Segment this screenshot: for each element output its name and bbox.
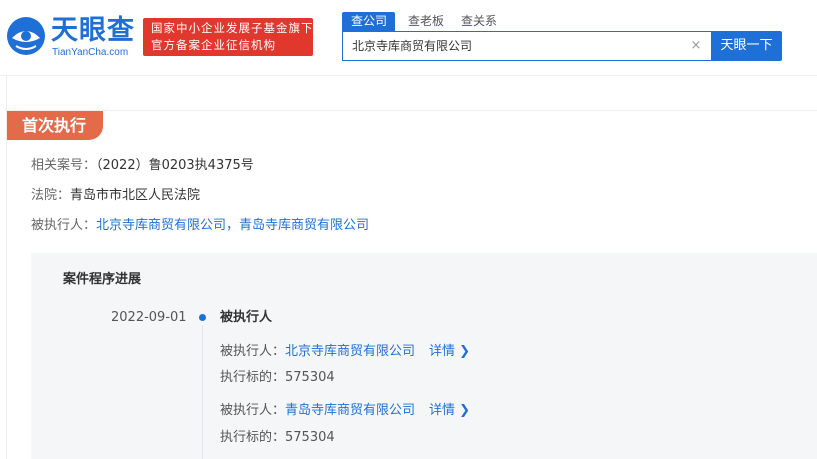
timeline-party-row: 被执行人：青岛寺库商贸有限公司 详情 ❯ bbox=[220, 402, 470, 420]
case-number-value: （2022）鲁0203执4375号 bbox=[96, 158, 254, 173]
timeline-amount-row: 执行标的：575304 bbox=[220, 429, 335, 447]
timeline-party-row: 被执行人：北京寺库商贸有限公司 详情 ❯ bbox=[220, 343, 470, 361]
party-company-link[interactable]: 北京寺库商贸有限公司 bbox=[285, 344, 415, 359]
logo-text: 天眼查 bbox=[51, 15, 135, 46]
party-company-link[interactable]: 青岛寺库商贸有限公司 bbox=[285, 403, 415, 418]
search-button[interactable]: 天眼一下 bbox=[711, 31, 782, 61]
search-input[interactable] bbox=[352, 32, 682, 60]
badge-line-1: 国家中小企业发展子基金旗下 bbox=[151, 21, 314, 35]
tab-search-relation[interactable]: 查关系 bbox=[461, 12, 497, 31]
timeline-heading: 被执行人 bbox=[220, 310, 273, 325]
logo-eye-icon bbox=[7, 17, 45, 55]
search-box: × bbox=[342, 31, 712, 61]
case-number-label: 相关案号： bbox=[31, 158, 97, 173]
official-badge: 国家中小企业发展子基金旗下 官方备案企业征信机构 bbox=[143, 18, 313, 56]
timeline-dot-icon bbox=[199, 314, 206, 321]
amount-label: 执行标的： bbox=[220, 430, 286, 445]
clear-icon[interactable]: × bbox=[689, 39, 703, 53]
executed-party-links[interactable]: 北京寺库商贸有限公司，青岛寺库商贸有限公司 bbox=[96, 218, 369, 233]
timeline-date: 2022-09-01 bbox=[111, 310, 187, 325]
timeline-line bbox=[202, 325, 203, 459]
tianyancha-logo[interactable]: 天眼查 TianYanCha.com bbox=[6, 14, 136, 60]
court-value: 青岛市市北区人民法院 bbox=[70, 188, 201, 203]
court-label: 法院： bbox=[31, 188, 71, 203]
amount-label: 执行标的： bbox=[220, 370, 286, 385]
party-label: 被执行人： bbox=[220, 403, 286, 418]
tab-search-company[interactable]: 查公司 bbox=[342, 12, 395, 31]
executed-party-row: 被执行人：北京寺库商贸有限公司，青岛寺库商贸有限公司 bbox=[31, 217, 369, 235]
content-divider bbox=[6, 110, 817, 111]
detail-link[interactable]: 详情 ❯ bbox=[429, 403, 470, 418]
section-tag-first-execution: 首次执行 bbox=[7, 111, 103, 140]
tab-search-boss[interactable]: 查老板 bbox=[408, 12, 444, 31]
party-label: 被执行人： bbox=[220, 344, 286, 359]
amount-value: 575304 bbox=[285, 430, 335, 445]
court-row: 法院：青岛市市北区人民法院 bbox=[31, 187, 200, 205]
top-header: 天眼查 TianYanCha.com 国家中小企业发展子基金旗下 官方备案企业征… bbox=[0, 0, 817, 75]
header-divider bbox=[0, 75, 817, 76]
progress-title: 案件程序进展 bbox=[63, 272, 142, 287]
case-number-row: 相关案号：（2022）鲁0203执4375号 bbox=[31, 157, 254, 175]
badge-line-2: 官方备案企业征信机构 bbox=[151, 38, 276, 52]
case-progress-panel: 案件程序进展 2022-09-01 被执行人 被执行人：北京寺库商贸有限公司 详情… bbox=[31, 253, 817, 459]
logo-subtext: TianYanCha.com bbox=[52, 47, 129, 58]
amount-value: 575304 bbox=[285, 370, 335, 385]
timeline-amount-row: 执行标的：575304 bbox=[220, 369, 335, 387]
executed-party-label: 被执行人： bbox=[31, 218, 97, 233]
detail-link[interactable]: 详情 ❯ bbox=[429, 344, 470, 359]
